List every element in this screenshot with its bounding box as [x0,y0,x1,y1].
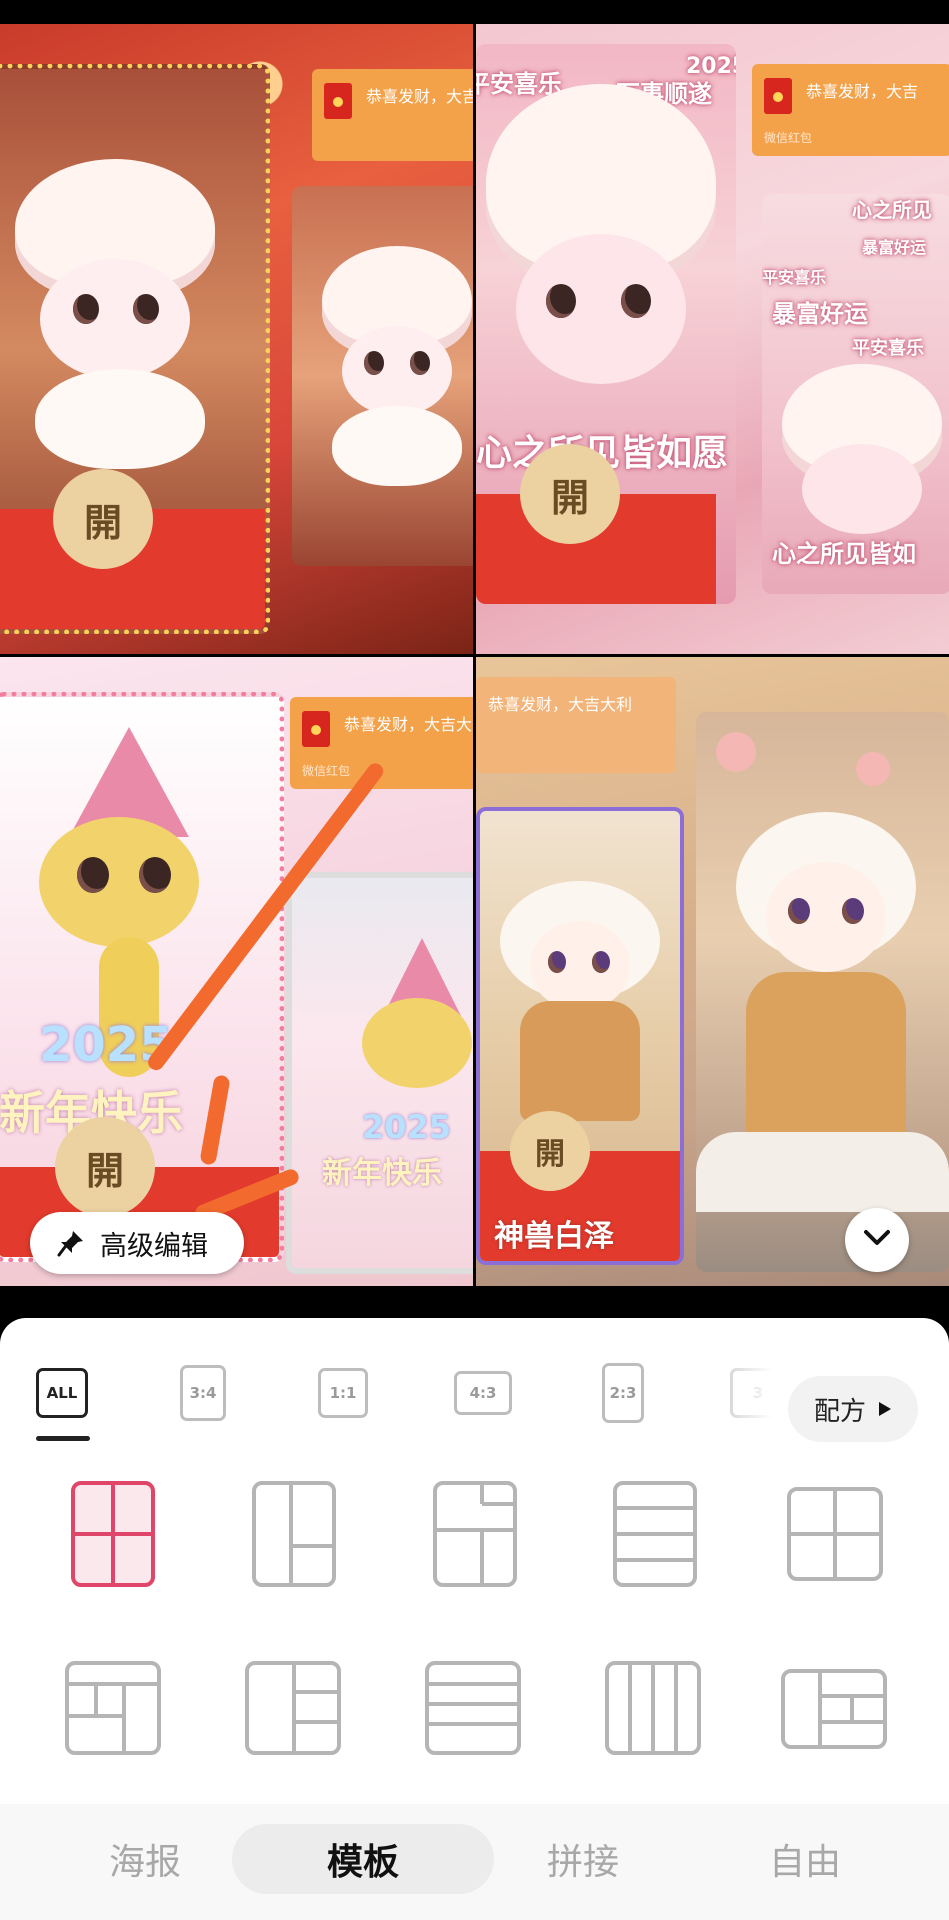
layout-four-rows[interactable] [612,1480,698,1588]
creature-face [766,862,886,972]
year-text: 2025 [686,54,736,79]
side-text: 平安喜乐 [762,268,827,287]
layout-top-left-big[interactable] [432,1480,518,1588]
eye-left [788,898,810,924]
collage-preview[interactable]: 開 恭喜发财，大吉 平安喜乐 万事顺遂 2025 心之所见皆如愿 開 [0,24,949,1286]
eye-left [77,857,109,893]
advanced-edit-label: 高级编辑 [100,1230,208,1262]
tab-free[interactable]: 自由 [730,1824,880,1894]
ratio-2-3[interactable]: 2:3 [602,1363,644,1423]
red-envelope-bar: 恭喜发财，大吉 微信红包 [752,64,949,156]
creature-face [40,259,190,379]
collage-cell-2[interactable]: 平安喜乐 万事顺遂 2025 心之所见皆如愿 開 恭喜发财，大吉 微信红包 心之… [476,24,949,654]
side-text: 心之所见皆如 [772,540,916,568]
envelope-title: 恭喜发财，大吉 [806,82,919,101]
chevron-down-icon [862,1228,892,1252]
snake-head [39,817,199,947]
envelope-title: 恭喜发财，大吉大利 [488,695,633,714]
eye-left [546,284,576,318]
creature-body [35,369,205,469]
cloud-base [696,1132,949,1212]
advanced-edit-button[interactable]: 高级编辑 [30,1212,244,1274]
envelope-title: 恭喜发财，大吉 [366,87,473,106]
eye-right [592,951,610,973]
red-envelope-bar: 恭喜发财，大吉大利 [476,677,676,773]
layout-left-big-right-stack[interactable] [244,1660,342,1756]
envelope-title: 恭喜发财，大吉大 [344,715,473,734]
ratio-4-3[interactable]: 4:3 [454,1371,512,1415]
side-text: 心之所见 [852,198,932,222]
creature-body [332,406,462,486]
red-packet-icon [764,78,792,114]
creature-robe [746,972,906,1142]
creature-face [516,234,686,384]
eye-left [548,951,566,973]
blossom [856,752,890,786]
tab-template[interactable]: 模板 [232,1824,494,1894]
scroll-fade [700,1346,790,1446]
year-text: 2025 [362,1108,452,1146]
creature-face [342,326,452,416]
creature-face [530,921,630,1011]
layout-left-col-right-rows[interactable] [780,1668,888,1750]
eye-right [139,857,171,893]
red-envelope-cover: 2025 新年快乐 開 [0,692,284,1262]
envelope-preview: 2025 新年快乐 [286,872,473,1274]
collage-cell-3[interactable]: 2025 新年快乐 開 恭喜发财，大吉大 微信红包 2025 新年快乐 [0,657,473,1286]
play-triangle-icon [878,1394,892,1424]
collage-cell-1[interactable]: 開 恭喜发财，大吉 [0,24,473,654]
eye-right [133,294,159,324]
ratio-filter-row: ALL 3:4 1:1 4:3 2:3 3 配方 [0,1346,949,1446]
layout-left-big-right-two[interactable] [251,1480,337,1588]
envelope-preview: 心之所见 暴富好运 平安喜乐 暴富好运 平安喜乐 心之所见皆如 [762,194,949,594]
layout-five-rows[interactable] [424,1660,522,1756]
open-button: 開 [510,1111,590,1191]
red-envelope-cover: 開 神兽白泽 [476,807,684,1265]
layout-panel: ALL 3:4 1:1 4:3 2:3 3 配方 [0,1318,949,1920]
layout-stair-left[interactable] [64,1660,162,1756]
blossom [716,732,756,772]
ratio-active-indicator [36,1436,90,1441]
ratio-all[interactable]: ALL [36,1368,88,1418]
red-packet-icon [302,711,330,747]
bottom-tab-bar: 海报 模板 拼接 自由 [0,1804,949,1920]
open-button: 開 [55,1117,155,1217]
recipe-button[interactable]: 配方 [788,1376,918,1442]
eye-right [842,898,864,924]
ratio-3-4[interactable]: 3:4 [180,1365,226,1421]
caption-text: 神兽白泽 [494,1219,614,1254]
envelope-subtitle: 微信红包 [302,764,351,778]
eye-right [410,351,430,375]
side-text: 暴富好运 [862,238,927,257]
collage-cell-4[interactable]: 恭喜发财，大吉大利 開 神兽白泽 [476,657,949,1286]
eye-left [73,294,99,324]
layout-grid-2x2-wide[interactable] [786,1486,884,1582]
red-envelope-bar: 恭喜发财，大吉 [312,69,473,161]
ratio-1-1[interactable]: 1:1 [318,1368,368,1418]
expand-button[interactable] [845,1208,909,1272]
envelope-preview [292,186,473,566]
snake-head [362,998,472,1088]
side-text: 暴富好运 [772,300,868,328]
open-button: 開 [53,469,153,569]
red-packet-icon [324,83,352,119]
side-text: 平安喜乐 [852,338,924,359]
layout-grid-2x2[interactable] [70,1480,156,1588]
envelope-preview [696,712,949,1272]
eye-left [364,351,384,375]
pin-icon [56,1228,86,1258]
recipe-label: 配方 [813,1396,866,1427]
layout-four-columns[interactable] [604,1660,702,1756]
tab-poster[interactable]: 海报 [70,1824,220,1894]
greeting-text: 新年快乐 [322,1156,442,1191]
red-envelope-cover: 開 [0,64,270,634]
red-envelope-cover: 平安喜乐 万事顺遂 2025 心之所见皆如愿 開 [476,44,736,604]
open-button: 開 [520,444,620,544]
tab-stitch[interactable]: 拼接 [508,1824,658,1894]
envelope-subtitle: 微信红包 [764,131,813,145]
creature-robe [520,1001,640,1121]
eye-right [621,284,651,318]
creature-face [802,444,922,534]
